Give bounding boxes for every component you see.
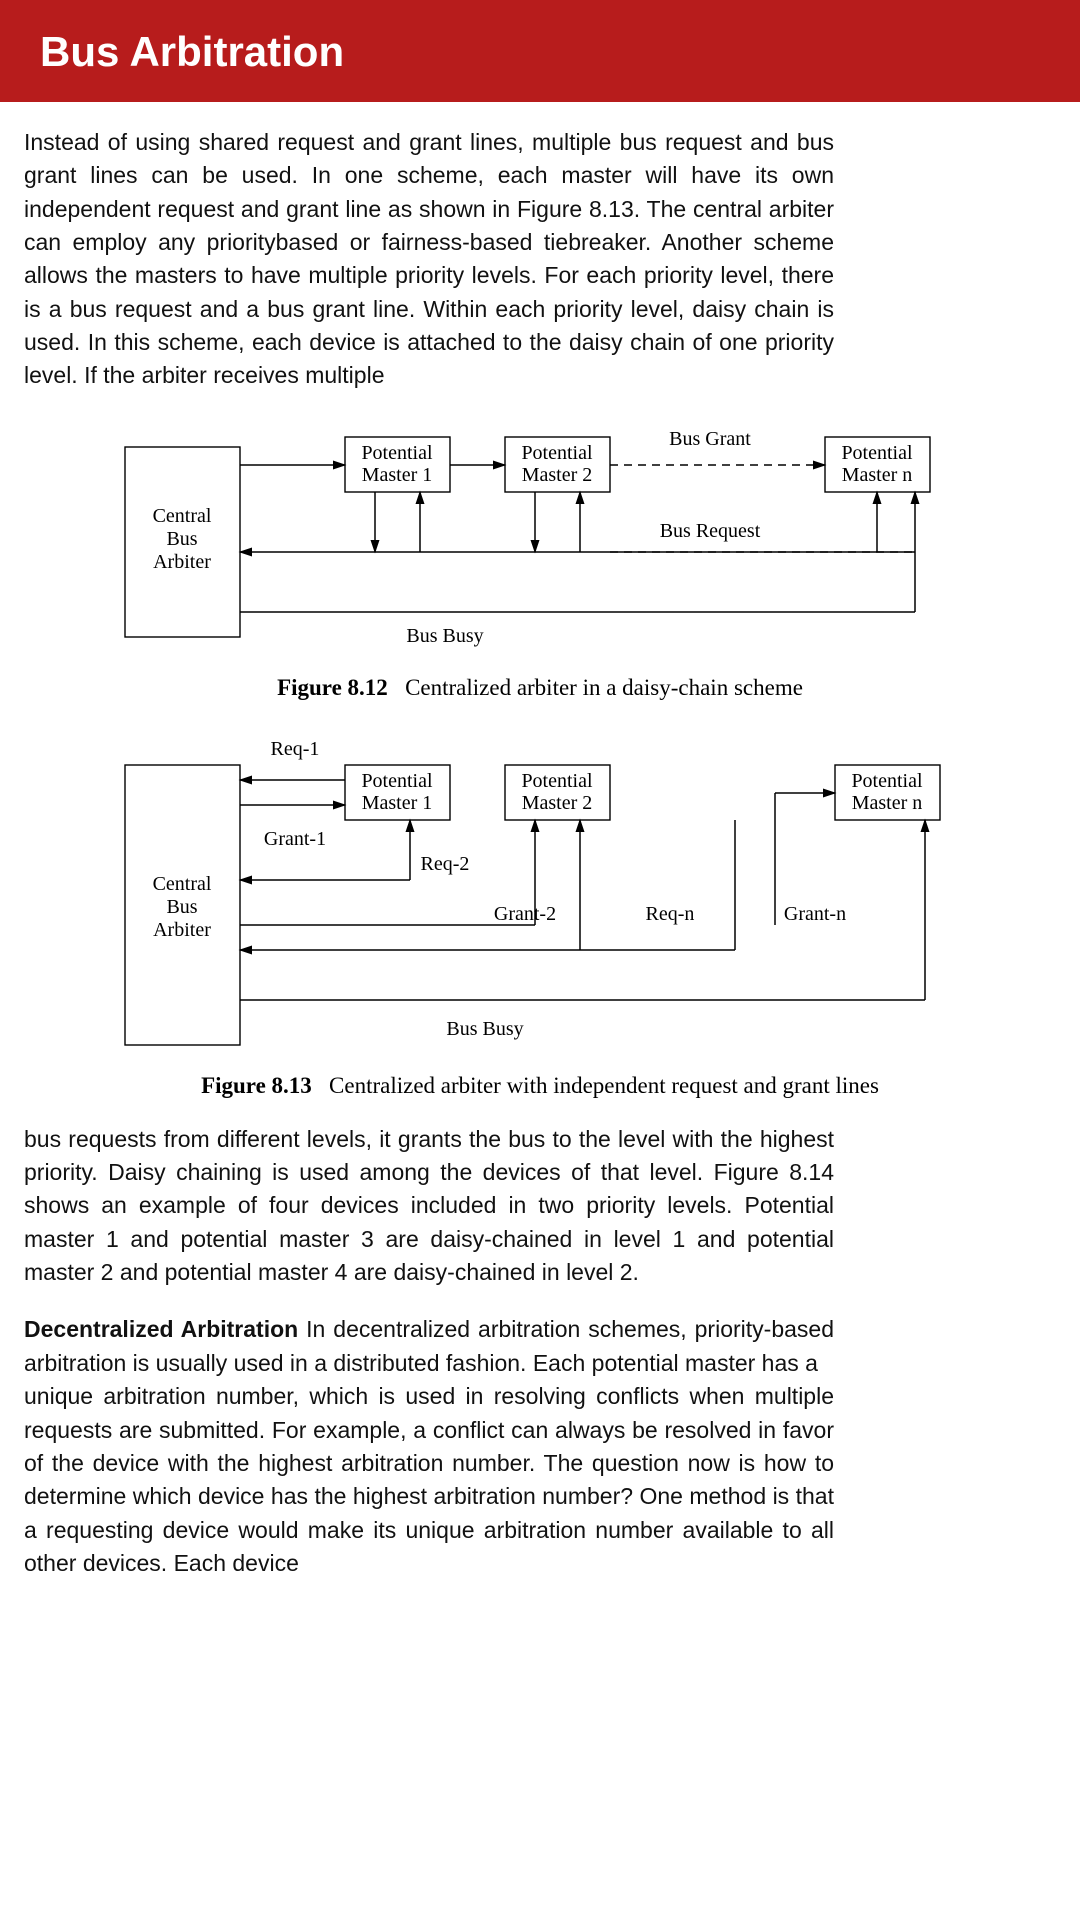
busbusy-label: Bus Busy xyxy=(406,625,483,647)
arb2-l1: Central xyxy=(153,873,212,895)
arbiter-l2: Bus xyxy=(166,528,197,550)
figure-8-12-caption: Figure 8.12 Centralized arbiter in a dai… xyxy=(24,675,1056,701)
fig13-cap-bold: Figure 8.13 xyxy=(201,1073,312,1098)
m1b-l2: Master 1 xyxy=(362,792,433,814)
arb2-l3: Arbiter xyxy=(153,919,211,941)
paragraph-decentralized: Decentralized Arbitration In decentraliz… xyxy=(24,1313,834,1580)
m2b-l1: Potential xyxy=(521,770,593,792)
busrequest-label: Bus Request xyxy=(660,520,761,542)
mn-l2: Master n xyxy=(842,464,913,486)
grant2-label: Grant-2 xyxy=(494,903,556,925)
grant1-label: Grant-1 xyxy=(264,828,326,850)
grantn-label: Grant-n xyxy=(784,903,846,925)
m2b-l2: Master 2 xyxy=(522,792,593,814)
mnb-l1: Potential xyxy=(851,770,923,792)
mn-l1: Potential xyxy=(841,442,913,464)
reqn-label: Req-n xyxy=(646,903,695,925)
m2-l1: Potential xyxy=(521,442,593,464)
paragraph-after-figures: bus requests from different levels, it g… xyxy=(24,1123,834,1290)
page-title: Bus Arbitration xyxy=(40,28,1040,76)
busbusy2-label: Bus Busy xyxy=(446,1018,523,1040)
fig12-cap-text: Centralized arbiter in a daisy-chain sch… xyxy=(405,675,803,700)
mnb-l2: Master n xyxy=(852,792,923,814)
fig12-cap-bold: Figure 8.12 xyxy=(277,675,388,700)
decentralized-heading: Decentralized Arbitration xyxy=(24,1316,298,1342)
req2-label: Req-2 xyxy=(421,853,470,875)
fig13-cap-text: Centralized arbiter with independent req… xyxy=(329,1073,879,1098)
req1-label: Req-1 xyxy=(271,738,320,760)
figure-8-13-caption: Figure 8.13 Centralized arbiter with ind… xyxy=(24,1073,1056,1099)
paragraph-intro: Instead of using shared request and gran… xyxy=(24,126,834,393)
figure-8-13: Central Bus Arbiter Potential Master 1 P… xyxy=(115,725,965,1065)
m2-l2: Master 2 xyxy=(522,464,593,486)
page-content: Instead of using shared request and gran… xyxy=(0,102,1080,1628)
arbiter-l1: Central xyxy=(153,505,212,527)
arbiter-l3: Arbiter xyxy=(153,551,211,573)
page-header: Bus Arbitration xyxy=(0,0,1080,102)
m1-l1: Potential xyxy=(361,442,433,464)
arb2-l2: Bus xyxy=(166,896,197,918)
m1-l2: Master 1 xyxy=(362,464,433,486)
m1b-l1: Potential xyxy=(361,770,433,792)
figure-8-12: Central Bus Arbiter Potential Master 1 P… xyxy=(115,417,965,667)
para3b: unique arbitration number, which is used… xyxy=(24,1383,834,1576)
busgrant-label: Bus Grant xyxy=(669,428,751,450)
